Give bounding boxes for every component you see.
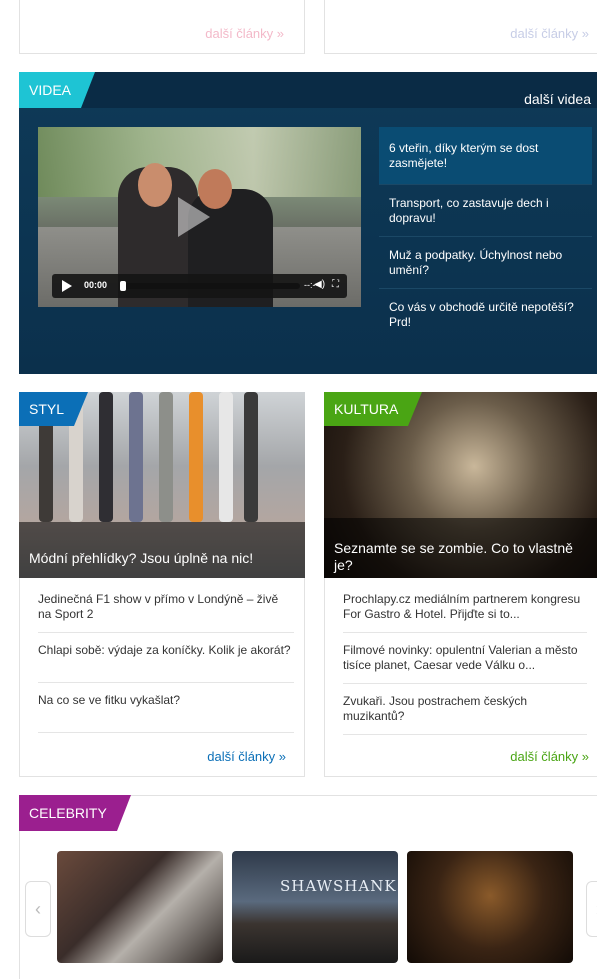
videa-tag[interactable]: VIDEA [19, 72, 96, 108]
play-icon[interactable] [62, 280, 72, 292]
video-list-item[interactable]: Muž a podpatky. Úchylnost nebo umění? [379, 237, 592, 289]
article-link[interactable]: Prochlapy.cz mediálním partnerem kongres… [343, 587, 587, 633]
article-link[interactable]: Jedinečná F1 show v přímo v Londýně – ži… [38, 587, 294, 633]
hero-caption[interactable]: Módní přehlídky? Jsou úplně na nic! [19, 522, 305, 578]
article-link[interactable]: Filmové novinky: opulentní Valerian a mě… [343, 633, 587, 684]
styl-hero-image[interactable]: STYL Módní přehlídky? Jsou úplně na nic! [19, 392, 305, 578]
styl-tag[interactable]: STYL [19, 392, 89, 426]
more-articles-link[interactable]: další články » [205, 26, 284, 41]
videa-section: VIDEA další videa 00:00 --:-- ◀︎) ⛶ 6 vt… [19, 72, 597, 374]
hero-figure [219, 392, 233, 522]
celebrity-thumbnail[interactable] [407, 851, 573, 963]
article-link[interactable]: Na co se ve fitku vykašlat? [38, 683, 294, 733]
video-list-item[interactable]: Transport, co zastavuje dech i dopravu! [379, 185, 592, 237]
celebrity-thumbnail[interactable]: SHAWSHANK [232, 851, 398, 963]
video-list: 6 vteřin, díky kterým se dost zasmějete!… [379, 127, 592, 349]
hero-figure [159, 392, 173, 522]
hero-figure [129, 392, 143, 522]
current-time: 00:00 [84, 280, 108, 290]
article-list: Jedinečná F1 show v přímo v Londýně – ži… [38, 587, 294, 733]
kultura-hero-image[interactable]: KULTURA Seznamte se se zombie. Co to vla… [324, 392, 597, 578]
volume-icon[interactable]: ◀︎) [314, 279, 325, 290]
progress-handle[interactable] [120, 281, 126, 291]
more-articles-link[interactable]: další články » [207, 749, 286, 764]
hero-figure [99, 392, 113, 522]
hero-figure [189, 392, 203, 522]
video-player[interactable]: 00:00 --:-- ◀︎) ⛶ [38, 127, 361, 307]
article-list: Prochlapy.cz mediálním partnerem kongres… [343, 587, 587, 735]
videa-header: VIDEA další videa [19, 72, 597, 108]
more-articles-link[interactable]: další články » [510, 26, 589, 41]
more-videos-link[interactable]: další videa [524, 91, 591, 107]
video-list-item[interactable]: Co vás v obchodě určitě nepotěší? Prd! [379, 289, 592, 349]
article-link[interactable]: Chlapi sobě: výdaje za koníčky. Kolik je… [38, 633, 294, 683]
video-person-head [138, 163, 172, 207]
poster-title: SHAWSHANK [280, 877, 397, 895]
top-section: další články » další články » [19, 0, 597, 54]
article-link[interactable]: Zvukaři. Jsou postrachem českých muzikan… [343, 684, 587, 735]
hero-figure [244, 392, 258, 522]
top-card-right: další články » [324, 0, 597, 54]
kultura-section: KULTURA Seznamte se se zombie. Co to vla… [324, 392, 597, 777]
styl-section: STYL Módní přehlídky? Jsou úplně na nic!… [19, 392, 305, 777]
progress-bar[interactable] [120, 283, 300, 289]
top-card-left: další články » [19, 0, 305, 54]
big-play-icon[interactable] [178, 197, 210, 237]
hero-caption[interactable]: Seznamte se se zombie. Co to vlastně je? [324, 518, 597, 578]
carousel-next-arrow[interactable]: › [586, 881, 597, 937]
celebrity-section: CELEBRITY ‹ SHAWSHANK › [19, 795, 597, 979]
kultura-tag[interactable]: KULTURA [324, 392, 423, 426]
carousel-prev-arrow[interactable]: ‹ [25, 881, 51, 937]
video-list-item[interactable]: 6 vteřin, díky kterým se dost zasmějete! [379, 127, 592, 185]
more-articles-link[interactable]: další články » [510, 749, 589, 764]
celebrity-tag[interactable]: CELEBRITY [19, 795, 131, 831]
fullscreen-icon[interactable]: ⛶ [332, 279, 339, 290]
celebrity-thumbnail[interactable] [57, 851, 223, 963]
video-controls: 00:00 --:-- ◀︎) ⛶ [52, 274, 347, 298]
